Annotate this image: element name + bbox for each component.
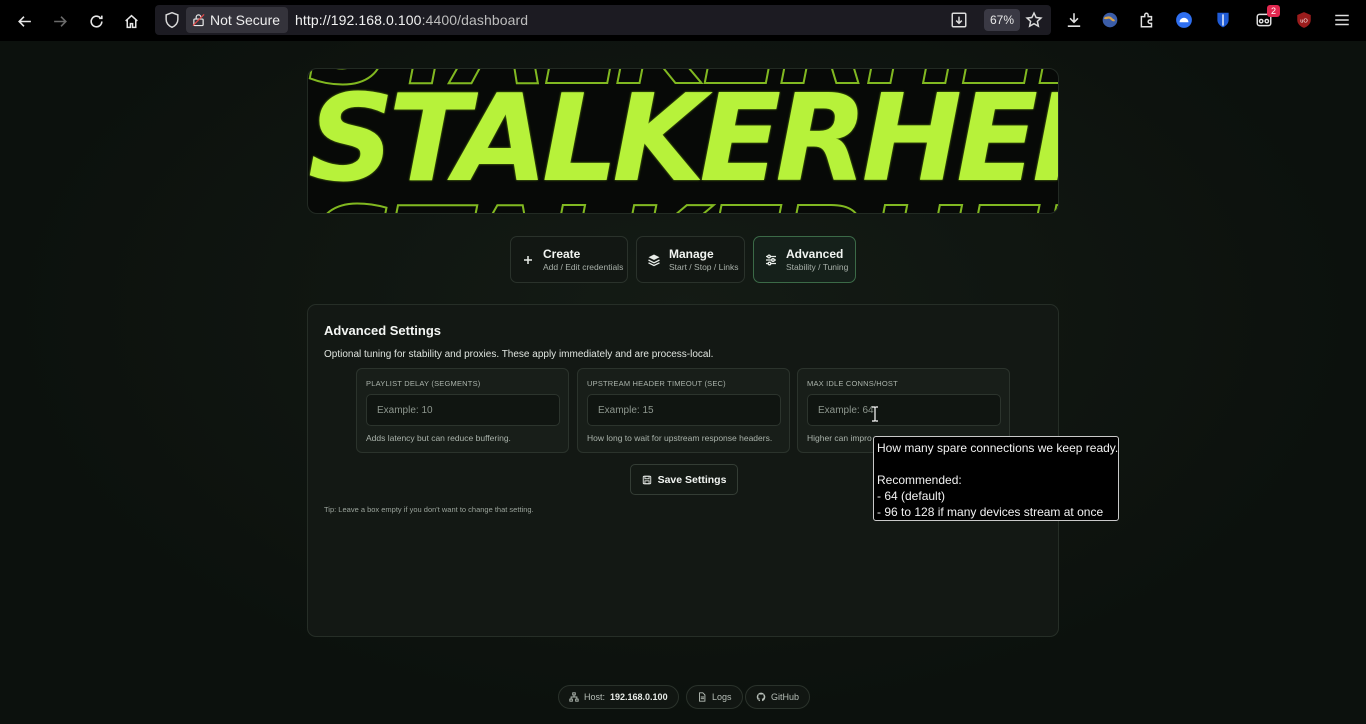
- not-secure-indicator[interactable]: Not Secure: [186, 7, 289, 33]
- layers-icon: [648, 254, 660, 266]
- menu-hamburger-icon[interactable]: [1332, 10, 1352, 30]
- logs-label: Logs: [712, 692, 732, 702]
- floppy-disk-icon: [642, 475, 651, 484]
- tab-create[interactable]: Create Add / Edit credentials: [510, 236, 628, 283]
- max-idle-conns-label: Max Idle Conns/Host: [807, 379, 898, 388]
- tab-manage-title: Manage: [669, 246, 714, 261]
- sliders-icon: [766, 254, 776, 265]
- playlist-delay-card: Playlist Delay (Segments) Adds latency b…: [356, 368, 569, 453]
- reader-extension-icon[interactable]: 2: [1254, 5, 1280, 30]
- page-save-icon[interactable]: [950, 11, 968, 29]
- tab-advanced[interactable]: Advanced Stability / Tuning: [753, 236, 856, 283]
- url-text[interactable]: http://192.168.0.100:4400/dashboard: [295, 12, 528, 28]
- upstream-timeout-input[interactable]: [587, 394, 781, 426]
- tab-create-subtitle: Add / Edit credentials: [543, 261, 624, 272]
- lock-broken-icon: [192, 14, 205, 27]
- extension-badge: 2: [1267, 5, 1280, 17]
- back-icon[interactable]: [11, 8, 37, 34]
- logs-link[interactable]: Logs: [686, 685, 743, 709]
- upstream-timeout-card: Upstream Header Timeout (sec) How long t…: [577, 368, 790, 453]
- text-cursor-icon: [871, 406, 879, 422]
- plus-icon: [524, 255, 532, 264]
- logo-echo-bottom: STALKERHEK: [308, 180, 1058, 213]
- max-idle-conns-input[interactable]: [807, 394, 1001, 426]
- host-label: Host:: [584, 692, 606, 702]
- tab-create-title: Create: [543, 246, 581, 261]
- panel-description: Optional tuning for stability and proxie…: [324, 349, 714, 360]
- panel-title: Advanced Settings: [324, 323, 442, 338]
- tab-advanced-title: Advanced: [786, 246, 844, 261]
- password-manager-shield-icon[interactable]: [1213, 10, 1233, 30]
- home-icon[interactable]: [118, 8, 144, 34]
- save-settings-label: Save Settings: [657, 473, 727, 486]
- github-link[interactable]: GitHub: [745, 685, 811, 709]
- logo-banner: STALKERHEK STALKERHEK STALKERHEK: [307, 68, 1059, 214]
- document-icon: [699, 692, 706, 702]
- dashboard-page: STALKERHEK STALKERHEK STALKERHEK Create …: [0, 41, 1366, 724]
- max-idle-conns-tooltip: How many spare connections we keep ready…: [873, 436, 1119, 521]
- vpn-extension-icon[interactable]: [1174, 10, 1194, 30]
- host-value: 192.168.0.100: [610, 692, 668, 702]
- extensions-puzzle-icon[interactable]: [1137, 10, 1157, 30]
- zoom-level[interactable]: 67%: [984, 9, 1021, 31]
- browser-toolbar: Not Secure http://192.168.0.100:4400/das…: [0, 0, 1366, 41]
- forward-icon[interactable]: [47, 8, 73, 34]
- url-path: :4400/dashboard: [421, 12, 529, 28]
- max-idle-conns-hint: Higher can impro: [807, 433, 872, 443]
- reload-icon[interactable]: [83, 8, 109, 34]
- playlist-delay-input[interactable]: [366, 394, 560, 426]
- host-pill: Host: 192.168.0.100: [558, 685, 679, 709]
- svg-text:uO: uO: [1300, 18, 1308, 24]
- bookmark-star-icon[interactable]: [1025, 11, 1043, 29]
- url-host: http://192.168.0.100: [295, 12, 422, 28]
- tab-advanced-subtitle: Stability / Tuning: [786, 261, 849, 272]
- network-icon: [569, 692, 579, 702]
- tab-manage-subtitle: Start / Stop / Links: [669, 261, 739, 272]
- tab-manage[interactable]: Manage Start / Stop / Links: [636, 236, 745, 283]
- github-label: GitHub: [771, 692, 800, 702]
- not-secure-label: Not Secure: [210, 12, 281, 28]
- url-bar[interactable]: Not Secure http://192.168.0.100:4400/das…: [155, 5, 1051, 35]
- upstream-timeout-hint: How long to wait for upstream response h…: [587, 433, 773, 443]
- ublock-origin-icon[interactable]: uO: [1294, 10, 1314, 30]
- save-settings-button[interactable]: Save Settings: [630, 464, 738, 495]
- profile-globe-icon[interactable]: [1100, 10, 1120, 30]
- upstream-timeout-label: Upstream Header Timeout (sec): [587, 379, 726, 388]
- playlist-delay-hint: Adds latency but can reduce buffering.: [366, 433, 511, 443]
- tracking-shield-icon[interactable]: [163, 11, 181, 29]
- tip-text: Tip: Leave a box empty if you don't want…: [324, 505, 534, 514]
- github-icon: [756, 692, 766, 702]
- downloads-icon[interactable]: [1064, 10, 1084, 30]
- playlist-delay-label: Playlist Delay (Segments): [366, 379, 481, 388]
